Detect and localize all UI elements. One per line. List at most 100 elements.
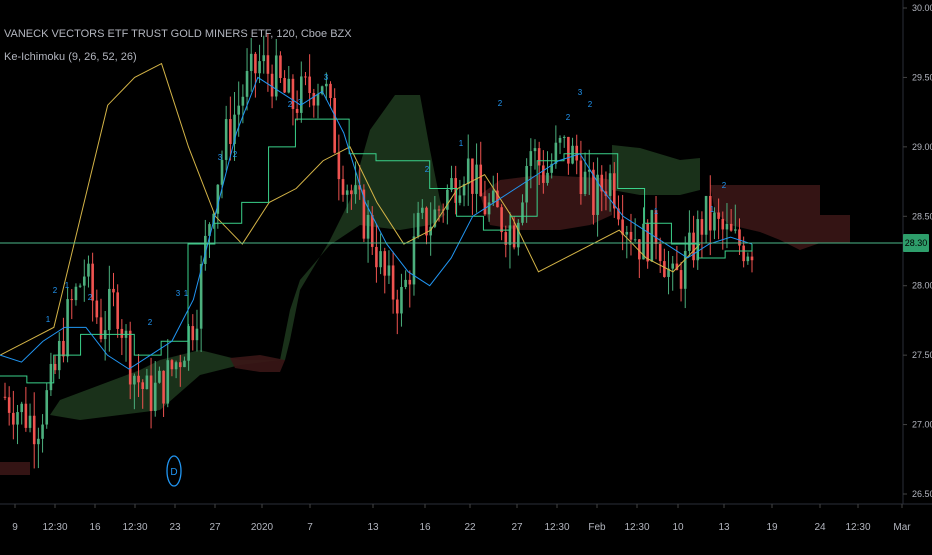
x-tick-label: 13 [718, 522, 730, 533]
candle-body [542, 165, 545, 183]
candle-body [529, 151, 533, 167]
candle-body [483, 196, 487, 215]
candle-body [412, 236, 416, 285]
x-tick-label: 16 [419, 522, 431, 533]
candle-body [245, 70, 249, 97]
signal-marker: 2 [722, 181, 727, 190]
candle-body [316, 93, 320, 106]
candle-body [512, 225, 516, 248]
candle-body [3, 396, 7, 398]
x-tick-label: 7 [307, 522, 313, 533]
candle-body [375, 246, 378, 268]
candle-body [341, 179, 345, 195]
candle-body [82, 276, 86, 286]
x-tick-label: 12:30 [544, 522, 569, 533]
signal-marker: 2 [566, 113, 571, 122]
candle-body [725, 223, 729, 230]
candle-body [395, 299, 399, 314]
candle-body [183, 360, 186, 368]
candle-body [16, 412, 19, 425]
signal-marker: 2 [588, 100, 593, 109]
signal-d-label: D [170, 467, 177, 478]
indicator-label: Ke-Ichimoku (9, 26, 52, 26) [4, 51, 137, 63]
candle-body [325, 83, 328, 87]
candle-body [575, 145, 579, 161]
candle-body [174, 362, 178, 370]
y-tick-label: 27.00 [912, 420, 932, 430]
signal-marker: 3 [218, 153, 223, 162]
y-tick-label: 27.50 [912, 350, 932, 360]
candle-body [162, 370, 165, 404]
y-tick-label: 30.00 [912, 3, 932, 13]
candle-body [237, 105, 240, 115]
candle-body [379, 251, 382, 268]
candle-body [224, 119, 228, 160]
x-tick-label: 13 [367, 522, 379, 533]
candle-body [262, 55, 266, 62]
candle-body [408, 279, 412, 285]
candle-body [750, 256, 754, 261]
candle-body [734, 229, 737, 231]
signal-marker: 2 [233, 150, 238, 159]
signal-marker: 2 [498, 99, 503, 108]
candle-body [32, 415, 36, 445]
x-tick-label: 24 [814, 522, 826, 533]
kumo-bull-region [612, 145, 700, 195]
candle-body [95, 300, 99, 318]
x-axis[interactable]: 9 12:30 16 12:30 23 27 2020 7 13 16 22 27 12:30 Feb 12… [12, 504, 911, 533]
candle-body [562, 136, 566, 138]
candle-body [70, 299, 74, 301]
chart-svg[interactable]: 212123132233212232112 30.0029.5029.0028.… [0, 0, 932, 550]
candle-body [692, 232, 695, 261]
candle-body [158, 370, 161, 383]
candle-body [383, 251, 387, 276]
candle-body [525, 166, 528, 203]
x-tick-label: 10 [672, 522, 684, 533]
candle-body [567, 136, 570, 164]
candle-body [579, 160, 583, 195]
signal-marker: 2 [53, 286, 58, 295]
candle-body [491, 190, 495, 203]
candle-body [12, 412, 15, 425]
candle-body [74, 286, 78, 301]
kumo-bear-region [0, 462, 30, 475]
candle-body [120, 328, 124, 338]
signal-d-marker[interactable]: D [166, 455, 182, 487]
candle-body [458, 195, 462, 203]
candle-body [350, 190, 353, 195]
candle-body [746, 256, 750, 262]
candle-body [249, 53, 253, 71]
candle-body [633, 239, 637, 241]
x-tick-label: Feb [588, 522, 606, 533]
last-price-tag: 28.30 [903, 234, 929, 252]
candle-body [220, 159, 224, 185]
candle-body [49, 363, 53, 391]
candle-body [700, 219, 704, 235]
candle-body [625, 231, 629, 235]
candle-body [671, 263, 675, 269]
chart-title: VANECK VECTORS ETF TRUST GOLD MINERS ETF… [4, 28, 352, 40]
candle-body [195, 328, 199, 341]
candle-body [558, 137, 562, 143]
signal-marker: 2 [425, 165, 430, 174]
signal-marker: 3 [578, 88, 583, 97]
candle-body [721, 218, 725, 230]
candle-body [191, 326, 195, 341]
candle-body [20, 403, 23, 413]
candle-body [729, 223, 733, 231]
x-tick-label: 23 [169, 522, 181, 533]
candle-body [112, 288, 115, 293]
chart-root[interactable]: 212123132233212232112 30.0029.5029.0028.… [0, 0, 932, 550]
candle-body [170, 360, 174, 370]
candle-body [178, 362, 182, 368]
candle-body [308, 76, 311, 94]
candle-body [333, 98, 336, 153]
candle-body [141, 382, 145, 389]
candle-body [304, 76, 307, 78]
kumo-bear-region [230, 355, 285, 372]
candle-body [337, 152, 341, 180]
candle-body [258, 61, 261, 74]
y-tick-label: 29.00 [912, 142, 932, 152]
x-tick-label: 27 [209, 522, 221, 533]
x-tick-label: 22 [464, 522, 476, 533]
